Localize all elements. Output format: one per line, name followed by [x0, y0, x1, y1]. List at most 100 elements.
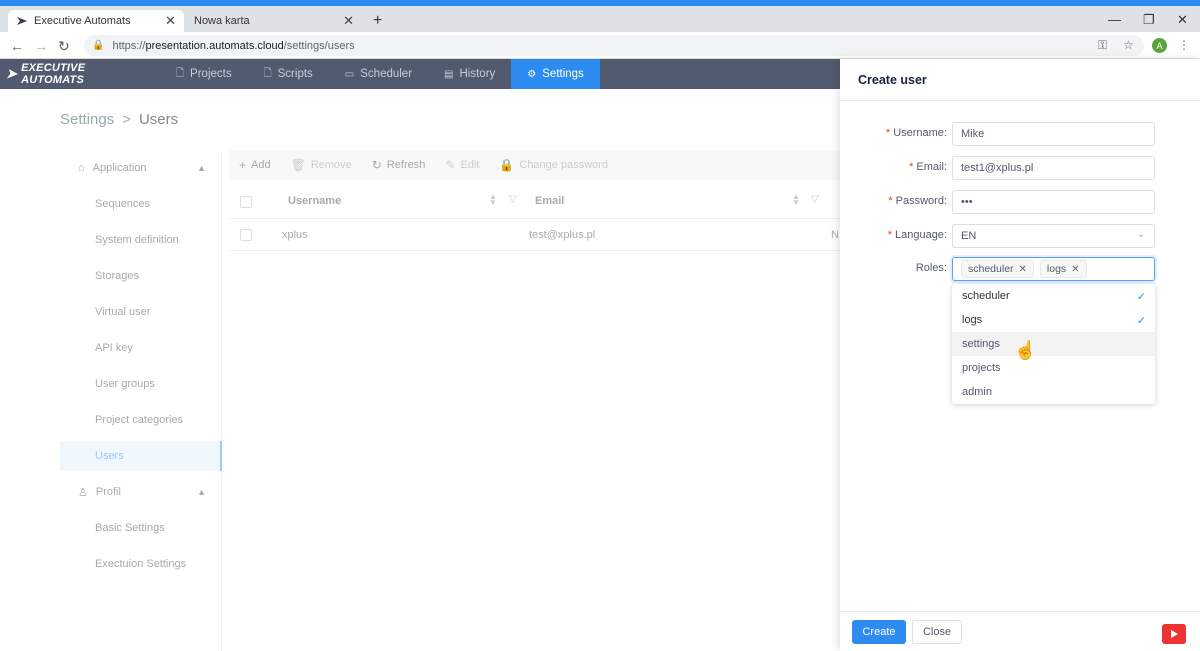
- restore-icon[interactable]: ❐: [1143, 12, 1155, 28]
- user-icon: ♙: [78, 486, 88, 499]
- nav-scripts[interactable]: 🗋 Scripts: [248, 59, 329, 89]
- close-tab-icon[interactable]: ✕: [343, 13, 354, 29]
- sort-icon[interactable]: ▲ ▼: [792, 193, 800, 207]
- close-button[interactable]: Close: [912, 620, 962, 644]
- role-option-settings[interactable]: settings: [952, 332, 1155, 356]
- users-table: Username ▲ ▼ ▽ Email ▲ ▼ ▽ xplus test@xplu…: [229, 185, 840, 251]
- chevron-up-icon: ▲: [197, 163, 206, 173]
- settings-sidebar: ⌂ Application ▲ Sequences System definit…: [60, 153, 222, 651]
- close-tab-icon[interactable]: ✕: [165, 13, 176, 29]
- logo-text: EXECUTIVE AUTOMATS: [21, 62, 86, 86]
- gear-icon: ⚙: [527, 68, 537, 80]
- address-bar-row: ← → ↻ 🔒 https:// presentation.automats.c…: [0, 32, 1200, 59]
- lock-icon: 🔒: [499, 158, 515, 172]
- remove-button[interactable]: 🗑 Remove: [281, 150, 362, 180]
- role-option-admin[interactable]: admin: [952, 380, 1155, 404]
- refresh-button[interactable]: ↻ Refresh: [362, 150, 436, 180]
- sidebar-group-application[interactable]: ⌂ Application ▲: [60, 153, 220, 183]
- browser-tab-nowa-karta[interactable]: Nowa karta ✕: [186, 10, 362, 32]
- sidebar-group-profil[interactable]: ♙ Profil ▲: [60, 477, 220, 507]
- plus-icon: +: [239, 158, 247, 172]
- column-header-email[interactable]: Email: [535, 195, 564, 207]
- close-window-icon[interactable]: ✕: [1177, 12, 1188, 28]
- sidebar-item-virtual-user[interactable]: Virtual user: [60, 297, 220, 327]
- chevron-up-icon: ▲: [197, 487, 206, 497]
- change-password-button[interactable]: 🔒 Change password: [489, 150, 618, 180]
- sidebar-item-project-categories[interactable]: Project categories: [60, 405, 220, 435]
- back-icon[interactable]: ←: [10, 38, 24, 54]
- email-field[interactable]: test1@xplus.pl: [952, 156, 1155, 180]
- minimize-icon[interactable]: —: [1108, 12, 1121, 27]
- new-tab-icon[interactable]: +: [373, 12, 382, 30]
- browser-tab-executive-automats[interactable]: Executive Automats ✕: [8, 10, 184, 32]
- language-label: * Language:: [887, 229, 947, 241]
- breadcrumb-current: Users: [138, 111, 179, 128]
- drawer-footer: Create Close: [840, 611, 1200, 651]
- button-label: Add: [251, 159, 271, 171]
- sidebar-item-users[interactable]: Users: [60, 441, 222, 471]
- reload-icon[interactable]: ↻: [58, 38, 70, 55]
- language-value: EN: [961, 230, 977, 242]
- more-menu-icon[interactable]: ⋮: [1178, 38, 1190, 52]
- file-icon: 🗋: [176, 67, 185, 79]
- file-icon: 🗋: [263, 67, 272, 79]
- nav-settings[interactable]: ⚙ Settings: [511, 59, 600, 89]
- sort-icon[interactable]: ▲ ▼: [489, 193, 497, 207]
- sidebar-item-sequences[interactable]: Sequences: [60, 189, 220, 219]
- column-header-username[interactable]: Username: [288, 195, 341, 207]
- edit-icon: ✎: [445, 158, 456, 172]
- url-host: presentation.automats.cloud: [145, 39, 284, 52]
- select-all-checkbox[interactable]: [240, 196, 252, 208]
- sidebar-item-basic-settings[interactable]: Basic Settings: [60, 513, 220, 543]
- nav-label: Projects: [190, 68, 232, 80]
- nav-history[interactable]: ▤ History: [428, 59, 511, 89]
- sidebar-group-label: Profil: [95, 486, 121, 498]
- nav-label: History: [459, 68, 496, 80]
- role-option-scheduler[interactable]: scheduler ✓: [952, 284, 1155, 308]
- youtube-icon[interactable]: [1162, 624, 1186, 644]
- username-field[interactable]: Mike: [952, 122, 1155, 146]
- role-tag-logs: logs ✕: [1039, 260, 1087, 278]
- forward-icon[interactable]: →: [34, 38, 48, 54]
- home-icon: ⌂: [78, 162, 85, 174]
- email-label: * Email:: [909, 161, 947, 173]
- filter-icon[interactable]: ▽: [509, 194, 517, 205]
- sidebar-item-user-groups[interactable]: User groups: [60, 369, 220, 399]
- roles-multiselect[interactable]: scheduler ✕ logs ✕: [952, 257, 1155, 281]
- url-scheme: https://: [112, 39, 146, 52]
- role-option-logs[interactable]: logs ✓: [952, 308, 1155, 332]
- profile-avatar[interactable]: A: [1152, 38, 1167, 53]
- nav-scheduler[interactable]: ▭ Scheduler: [329, 59, 428, 89]
- remove-tag-icon[interactable]: ✕: [1019, 264, 1027, 275]
- table-row[interactable]: xplus test@xplus.pl N: [229, 219, 840, 251]
- password-field[interactable]: •••: [952, 190, 1155, 214]
- role-option-projects[interactable]: projects: [952, 356, 1155, 380]
- url-field[interactable]: 🔒 https:// presentation.automats.cloud /…: [84, 35, 1144, 56]
- app-logo[interactable]: ➤ EXECUTIVE AUTOMATS: [0, 62, 160, 86]
- edit-button[interactable]: ✎ Edit: [435, 150, 489, 180]
- star-icon[interactable]: ☆: [1123, 38, 1134, 52]
- key-icon[interactable]: ⚿: [1098, 38, 1107, 53]
- sidebar-item-execution-settings[interactable]: Exectuion Settings: [60, 549, 220, 579]
- nav-projects[interactable]: 🗋 Projects: [160, 59, 248, 89]
- hand-cursor-icon: ☝: [1014, 340, 1037, 360]
- add-button[interactable]: + Add: [229, 150, 281, 180]
- sidebar-item-api-key[interactable]: API key: [60, 333, 220, 363]
- password-label: * Password:: [888, 195, 947, 207]
- filter-icon[interactable]: ▽: [811, 194, 819, 205]
- sidebar-item-system-definition[interactable]: System definition: [60, 225, 220, 255]
- button-label: Edit: [460, 159, 480, 171]
- sidebar-group-label: Application: [92, 162, 147, 174]
- create-button[interactable]: Create: [852, 620, 906, 644]
- language-select[interactable]: EN ⌄: [952, 224, 1155, 248]
- lock-icon: 🔒: [92, 40, 105, 51]
- sidebar-item-storages[interactable]: Storages: [60, 261, 220, 291]
- remove-tag-icon[interactable]: ✕: [1071, 264, 1079, 275]
- divider: [840, 100, 1200, 101]
- cell-extra: N: [831, 229, 839, 241]
- calendar-icon: ▭: [344, 68, 355, 80]
- button-label: Remove: [310, 159, 352, 171]
- roles-label: Roles:: [915, 262, 947, 274]
- breadcrumb-root[interactable]: Settings: [60, 111, 114, 128]
- row-checkbox[interactable]: [240, 229, 252, 241]
